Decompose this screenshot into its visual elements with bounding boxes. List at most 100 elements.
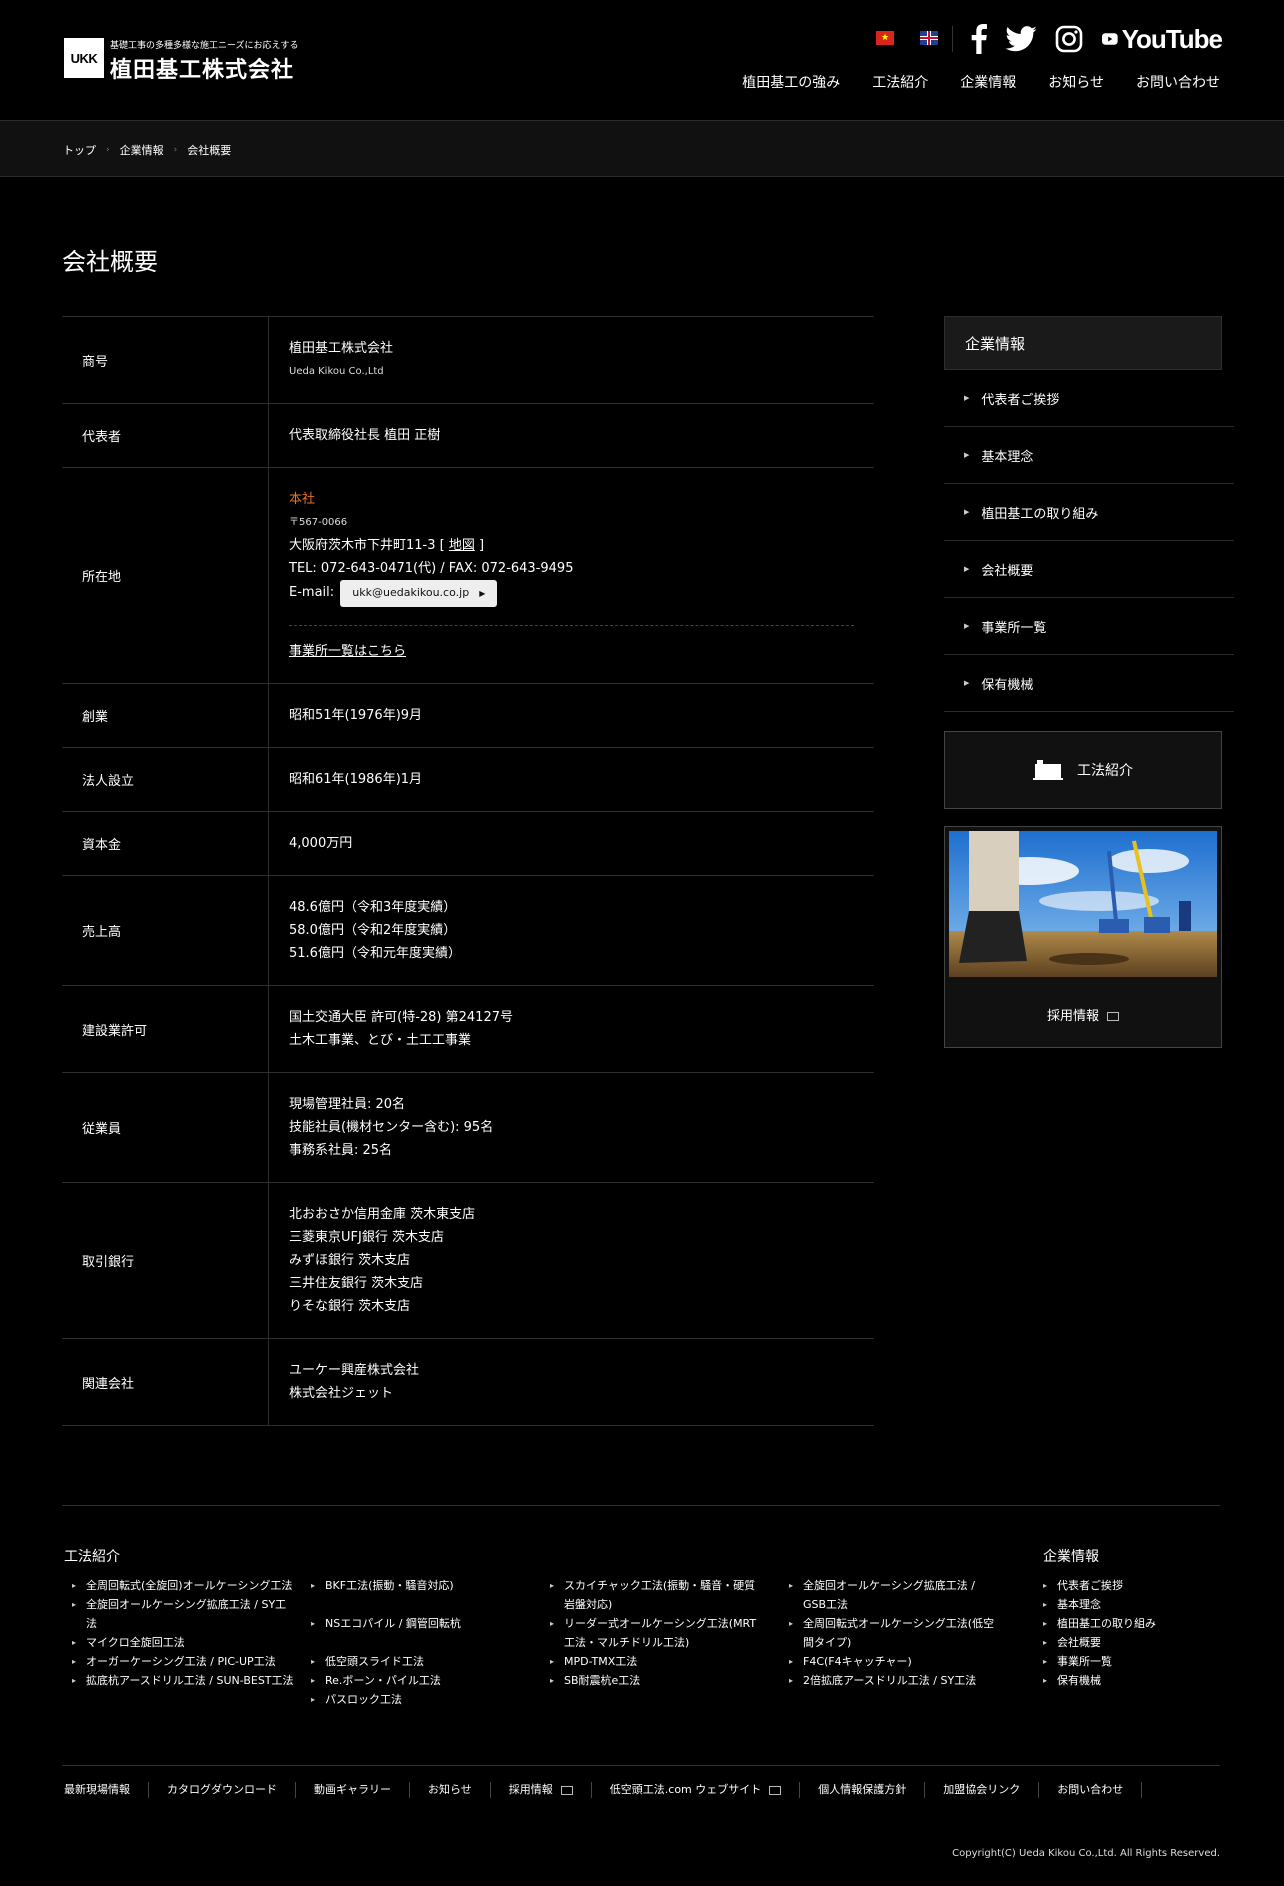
footer-method-link[interactable]: 低空頭スライド工法	[303, 1652, 523, 1671]
footer-link-video[interactable]: 動画ギャラリー	[296, 1782, 410, 1798]
sidebar-item-label: 保有機械	[981, 677, 1034, 693]
table-row: 商号 植田基工株式会社 Ueda Kikou Co.,Ltd	[62, 316, 874, 404]
youtube-icon[interactable]: YouTube	[1102, 22, 1223, 56]
youtube-wordmark: YouTube	[1121, 23, 1223, 54]
nav-strengths[interactable]: 植田基工の強み	[742, 72, 840, 92]
nav-news[interactable]: お知らせ	[1048, 72, 1104, 92]
footer-method-link[interactable]: NSエコパイル / 鋼管回転杭	[303, 1614, 523, 1633]
logo-mark[interactable]: UKK	[64, 38, 104, 78]
sales-line: 51.6億円（令和元年度実績）	[289, 946, 461, 961]
footer-method-link[interactable]: SB耐震杭e工法	[542, 1671, 762, 1690]
footer-methods-col-1: 全周回転式(全旋回)オールケーシング工法 全旋回オールケーシング拡底工法 / S…	[64, 1576, 294, 1690]
methods-banner-label: 工法紹介	[1077, 763, 1133, 779]
footer-method-link[interactable]: 2倍拡底アースドリル工法 / SY工法	[781, 1671, 1001, 1690]
employees-line: 現場管理社員: 20名	[289, 1097, 406, 1112]
external-link-icon	[560, 1785, 573, 1795]
employees-line: 事務系社員: 25名	[289, 1143, 393, 1158]
table-row: 創業 昭和51年(1976年)9月	[62, 683, 874, 748]
facebook-icon[interactable]	[968, 22, 990, 56]
license-line: 国土交通大臣 許可(特-28) 第24127号	[289, 1010, 513, 1025]
footer-method-link[interactable]: Re.ボーン・パイル工法	[303, 1671, 523, 1690]
row-label: 法人設立	[62, 747, 269, 812]
bank-line: 北おおさか信用金庫 茨木東支店	[289, 1207, 476, 1222]
footer-method-link[interactable]: 全旋回オールケーシング拡底工法 / SY工法	[64, 1595, 294, 1633]
company-name: 植田基工株式会社	[289, 341, 394, 356]
footer-link-associations[interactable]: 加盟協会リンク	[925, 1782, 1040, 1798]
footer-methods-title: 工法紹介	[64, 1549, 120, 1565]
footer-method-link[interactable]: オーガーケーシング工法 / PIC-UP工法	[64, 1652, 294, 1671]
footer-method-link[interactable]: スカイチャック工法(振動・騒音・硬質岩盤対応)	[542, 1576, 762, 1614]
methods-banner[interactable]: 工法紹介	[944, 731, 1222, 809]
footer-method-link[interactable]: 拡底杭アースドリル工法 / SUN-BEST工法	[64, 1671, 294, 1690]
footer-company-link[interactable]: 会社概要	[1035, 1633, 1215, 1652]
footer-link-catalog[interactable]: カタログダウンロード	[149, 1782, 296, 1798]
sidebar-item-machinery[interactable]: ▶ 保有機械	[944, 655, 1234, 712]
incorporated: 昭和61年(1986年)1月	[268, 747, 874, 812]
sidebar-item-initiatives[interactable]: ▶ 植田基工の取り組み	[944, 484, 1234, 541]
instagram-icon[interactable]	[1054, 22, 1084, 56]
footer-company-link[interactable]: 保有機械	[1035, 1671, 1215, 1690]
map-link[interactable]: 地図	[449, 538, 475, 553]
postal-code: 〒567-0066	[289, 517, 348, 528]
nav-contact[interactable]: お問い合わせ	[1136, 72, 1220, 92]
footer-link-contact[interactable]: お問い合わせ	[1039, 1782, 1143, 1798]
row-value: 国土交通大臣 許可(特-28) 第24127号 土木工事業、とび・土工工事業	[268, 985, 874, 1073]
logo-company-name[interactable]: 植田基工株式会社	[110, 52, 294, 84]
row-label: 建設業許可	[62, 985, 269, 1073]
sales-line: 48.6億円（令和3年度実績）	[289, 900, 457, 915]
email-button[interactable]: ukk@uedakikou.co.jp ▶	[340, 580, 498, 607]
footer-company-col: 代表者ご挨拶 基本理念 植田基工の取り組み 会社概要 事業所一覧 保有機械	[1035, 1576, 1215, 1690]
footer-link-site-info[interactable]: 最新現場情報	[64, 1782, 149, 1798]
founded: 昭和51年(1976年)9月	[268, 683, 874, 748]
uk-flag-icon[interactable]	[920, 31, 938, 45]
bank-line: みずほ銀行 茨木支店	[289, 1253, 411, 1268]
nav-methods[interactable]: 工法紹介	[872, 72, 928, 92]
arrow-right-icon: ▶	[964, 394, 970, 402]
footer-company-link[interactable]: 基本理念	[1035, 1595, 1215, 1614]
footer-method-link[interactable]: BKF工法(振動・騒音対応)	[303, 1576, 523, 1595]
breadcrumb-current: 会社概要	[187, 144, 232, 157]
sidebar-item-offices[interactable]: ▶ 事業所一覧	[944, 598, 1234, 655]
footer-link-news[interactable]: お知らせ	[410, 1782, 491, 1798]
footer-method-link[interactable]: F4C(F4キャッチャー)	[781, 1652, 1001, 1671]
footer-link-recruit[interactable]: 採用情報	[491, 1782, 592, 1798]
sidebar-item-label: 基本理念	[981, 449, 1034, 465]
vietnam-flag-icon[interactable]: ★	[876, 31, 894, 45]
footer-method-link[interactable]: MPD-TMX工法	[542, 1652, 762, 1671]
table-row: 建設業許可 国土交通大臣 許可(特-28) 第24127号 土木工事業、とび・土…	[62, 985, 874, 1073]
nav-company[interactable]: 企業情報	[960, 72, 1016, 92]
footer-company-link[interactable]: 植田基工の取り組み	[1035, 1614, 1215, 1633]
sidebar-item-label: 植田基工の取り組み	[981, 506, 1099, 522]
breadcrumb-chevron-icon: ›	[106, 145, 110, 155]
row-value: 現場管理社員: 20名 技能社員(機材センター含む): 95名 事務系社員: 2…	[268, 1072, 874, 1183]
footer-method-link[interactable]: 全周回転式(全旋回)オールケーシング工法	[64, 1576, 294, 1595]
footer-link-privacy[interactable]: 個人情報保護方針	[800, 1782, 926, 1798]
table-row: 所在地 本社 〒567-0066 大阪府茨木市下井町11-3 [ 地図 ] TE…	[62, 467, 874, 684]
sidebar-item-overview[interactable]: ▶ 会社概要	[944, 541, 1234, 598]
footer-company-link[interactable]: 代表者ご挨拶	[1035, 1576, 1215, 1595]
row-value: 本社 〒567-0066 大阪府茨木市下井町11-3 [ 地図 ] TEL: 0…	[268, 467, 874, 684]
row-label: 創業	[62, 683, 269, 748]
sidebar-menu: ▶ 代表者ご挨拶 ▶ 基本理念 ▶ 植田基工の取り組み ▶ 会社概要 ▶ 事業所一覧 ▶ 保…	[944, 370, 1234, 712]
footer-method-link[interactable]: 全旋回オールケーシング拡底工法 / GSB工法	[781, 1576, 1001, 1614]
offices-list-link[interactable]: 事業所一覧はこちら	[289, 644, 406, 659]
breadcrumb-home[interactable]: トップ	[63, 142, 96, 158]
arrow-right-icon: ▶	[964, 508, 970, 516]
footer-method-link[interactable]: リーダー式オールケーシング工法(MRT工法・マルチドリル工法)	[542, 1614, 762, 1652]
row-label: 関連会社	[62, 1338, 269, 1426]
sidebar-item-philosophy[interactable]: ▶ 基本理念	[944, 427, 1234, 484]
table-row: 法人設立 昭和61年(1986年)1月	[62, 747, 874, 812]
footer-company-link[interactable]: 事業所一覧	[1035, 1652, 1215, 1671]
twitter-icon[interactable]	[1004, 22, 1038, 56]
sidebar-item-greeting[interactable]: ▶ 代表者ご挨拶	[944, 370, 1234, 427]
footer-method-link[interactable]: パスロック工法	[303, 1690, 523, 1709]
footer-link-teikutou[interactable]: 低空頭工法.com ウェブサイト	[592, 1782, 801, 1798]
breadcrumb-company[interactable]: 企業情報	[120, 142, 164, 158]
footer-method-link[interactable]: 全周回転式オールケーシング工法(低空間タイプ)	[781, 1614, 1001, 1652]
footer-method-link[interactable]: マイクロ全旋回工法	[64, 1633, 294, 1652]
sales-line: 58.0億円（令和2年度実績）	[289, 923, 457, 938]
external-link-icon	[769, 1785, 782, 1795]
recruit-banner-label: 採用情報	[945, 1005, 1221, 1024]
affiliate-line: 株式会社ジェット	[289, 1386, 394, 1401]
recruit-banner[interactable]: 採用情報	[944, 826, 1222, 1048]
